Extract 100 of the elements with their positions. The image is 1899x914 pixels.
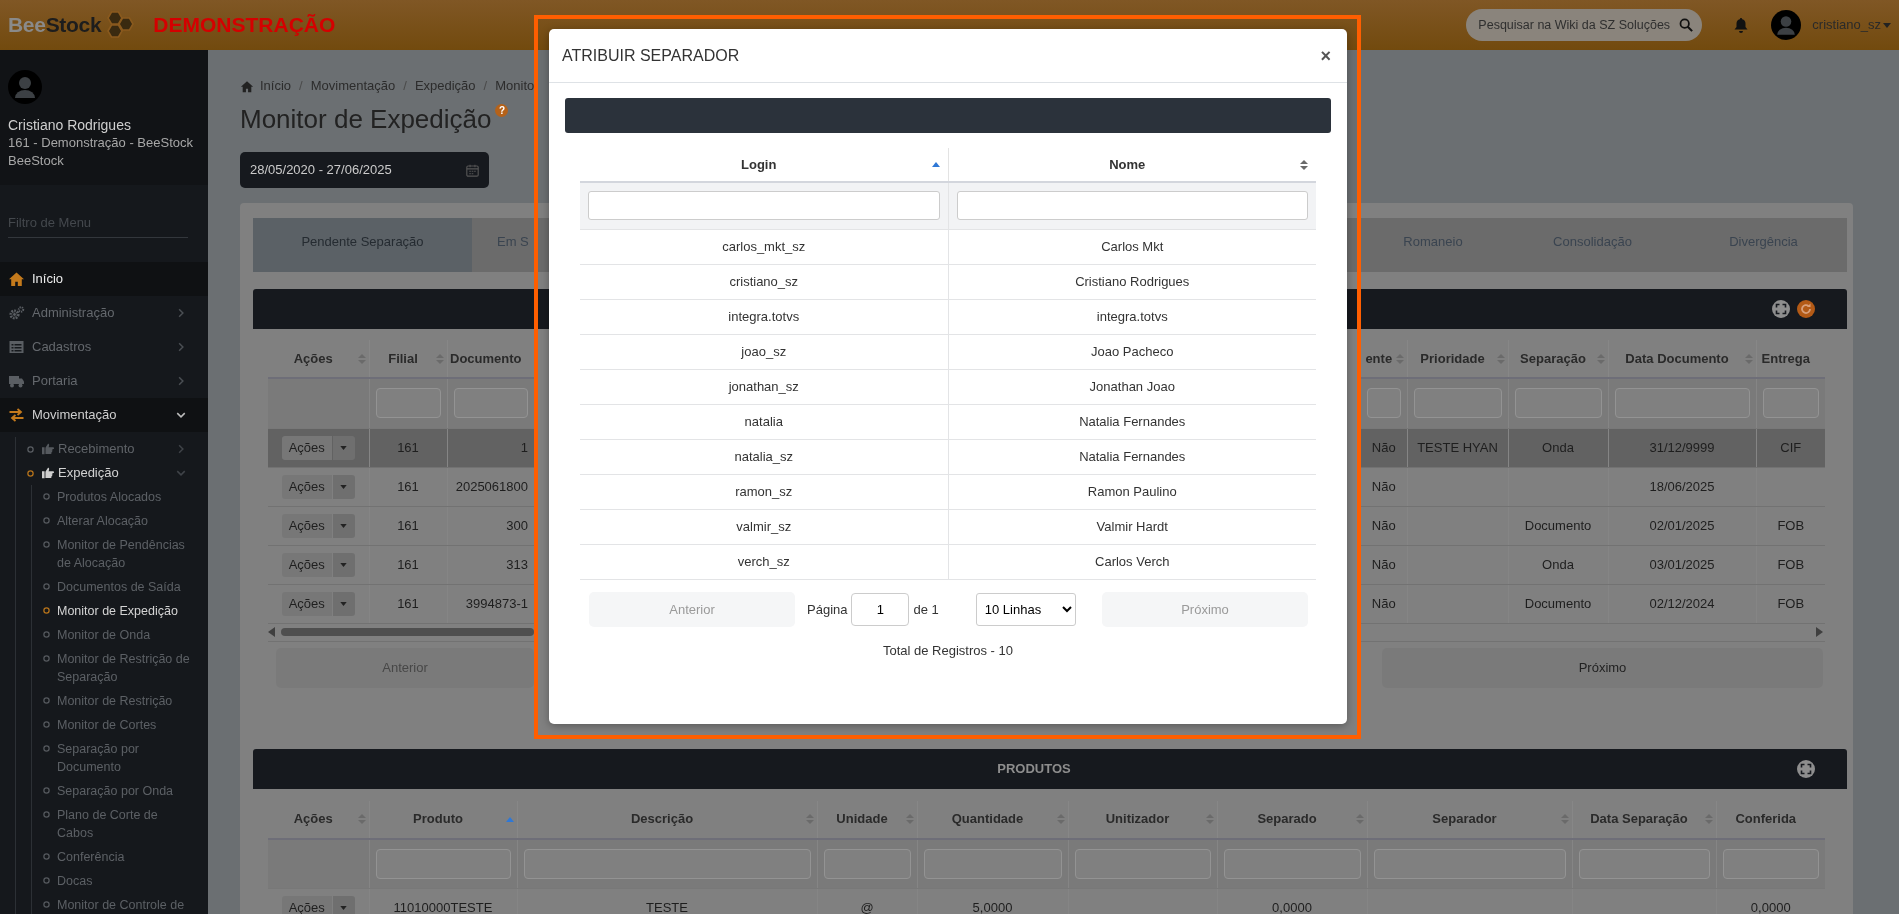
filter-field[interactable] — [1762, 388, 1819, 419]
dropdown-button[interactable] — [332, 896, 355, 914]
submenu-item[interactable]: Monitor de Pendências de Alocação — [32, 533, 208, 575]
column-header[interactable]: Nome — [1109, 154, 1146, 175]
filter-field[interactable] — [1367, 388, 1401, 419]
submenu-item[interactable]: Recebimento — [16, 437, 208, 461]
filter-field[interactable] — [923, 848, 1062, 879]
column-header[interactable]: Ações — [293, 348, 333, 369]
actions-button[interactable]: Ações — [281, 591, 332, 616]
submenu-item[interactable]: Monitor de Restrição de Separação — [32, 647, 208, 689]
filter-field[interactable] — [375, 848, 511, 879]
menu-item[interactable]: Início — [0, 262, 208, 296]
menu-item[interactable]: Cadastros — [0, 330, 208, 364]
column-header[interactable]: Filial — [388, 348, 418, 369]
column-header[interactable]: Data Documento — [1625, 348, 1729, 369]
submenu-item[interactable]: Separação por Onda — [32, 779, 208, 803]
submenu-item[interactable]: Alterar Alocação — [32, 509, 208, 533]
sort-icon[interactable] — [931, 162, 940, 167]
filter-field[interactable] — [375, 388, 441, 419]
column-header[interactable]: Ações — [293, 809, 333, 829]
table-row[interactable]: Ações 161 3994873-1 — [268, 584, 534, 623]
column-header[interactable]: Separação — [1520, 348, 1586, 369]
actions-button[interactable]: Ações — [281, 513, 332, 538]
column-header[interactable]: Quantidade — [951, 809, 1024, 829]
submenu-item[interactable]: Monitor de Controle de — [32, 893, 208, 914]
filter-field[interactable] — [1578, 848, 1710, 879]
menu-item[interactable]: Administração — [0, 296, 208, 330]
submenu-item[interactable]: Expedição — [16, 461, 208, 485]
breadcrumb-link[interactable]: Início — [260, 76, 292, 96]
submenu-item[interactable]: Conferência — [32, 845, 208, 869]
dropdown-button[interactable] — [332, 591, 355, 616]
column-header[interactable]: Conferida — [1735, 809, 1797, 829]
scroll-left-icon[interactable] — [268, 627, 275, 637]
page-size-select[interactable]: 10 Linhas — [975, 593, 1076, 626]
submenu-item[interactable]: Monitor de Cortes — [32, 713, 208, 737]
column-header[interactable]: Documento — [450, 348, 522, 369]
search-field[interactable]: Pesquisar na Wiki da SZ Soluções — [1466, 9, 1703, 41]
submenu-item[interactable]: Plano de Corte de Cabos — [32, 803, 208, 845]
next-button[interactable]: Próximo — [1382, 647, 1823, 688]
menu-item[interactable]: Movimentação — [0, 398, 208, 432]
filter-field[interactable] — [453, 388, 528, 419]
table-row[interactable]: Ações 161 1 — [268, 428, 534, 467]
user-menu[interactable]: cristiano_sz — [1812, 15, 1891, 35]
actions-button[interactable]: Ações — [281, 435, 332, 460]
breadcrumb-link[interactable]: Movimentação — [310, 76, 396, 96]
actions-button[interactable]: Ações — [281, 474, 332, 499]
page-field[interactable]: 1 — [851, 593, 910, 626]
table-row[interactable]: Ações 161 2025061800 — [268, 467, 534, 506]
column-header[interactable]: Unidade — [836, 809, 888, 829]
table-row[interactable]: Não 18/06/2025 — [1361, 467, 1825, 506]
filter-field[interactable] — [1614, 388, 1750, 419]
filter-field[interactable] — [1722, 848, 1819, 879]
filter-field[interactable] — [1373, 848, 1566, 879]
table-row[interactable]: Ações 161 300 — [268, 506, 534, 545]
column-header[interactable]: Descrição — [630, 809, 694, 829]
submenu-item[interactable]: Docas — [32, 869, 208, 893]
menu-item[interactable]: Portaria — [0, 364, 208, 398]
dropdown-button[interactable] — [332, 435, 355, 460]
sort-icon[interactable] — [1300, 158, 1308, 171]
breadcrumb-link[interactable]: Expedição — [414, 76, 476, 96]
column-header[interactable]: Separado — [1257, 809, 1317, 829]
breadcrumb-link[interactable]: Monito — [495, 76, 535, 96]
column-header[interactable]: ente — [1365, 348, 1393, 369]
scrollbar-thumb[interactable] — [281, 628, 534, 636]
column-header[interactable]: Unitizador — [1105, 809, 1170, 829]
expand-icon[interactable] — [1772, 300, 1790, 318]
dropdown-button[interactable] — [332, 513, 355, 538]
submenu-item[interactable]: Monitor de Expedição — [32, 599, 208, 623]
dropdown-button[interactable] — [332, 552, 355, 577]
submenu-item[interactable]: Produtos Alocados — [32, 485, 208, 509]
filter-field[interactable] — [823, 848, 911, 879]
filter-field[interactable] — [1413, 388, 1502, 419]
column-header[interactable]: Login — [741, 154, 777, 175]
table-row[interactable]: Não Documento 02/01/2025 FOB — [1361, 506, 1825, 545]
table-row[interactable]: Não Documento 02/12/2024 FOB — [1361, 584, 1825, 623]
close-button[interactable]: × — [1316, 46, 1335, 65]
submenu-item[interactable]: Monitor de Onda — [32, 623, 208, 647]
bell-icon[interactable] — [1734, 17, 1749, 33]
column-header[interactable]: Separador — [1432, 809, 1497, 829]
refresh-icon[interactable] — [1797, 300, 1815, 318]
filter-field[interactable] — [523, 848, 811, 879]
submenu-item[interactable]: Monitor de Restrição — [32, 689, 208, 713]
column-header[interactable]: Data Separação — [1590, 809, 1688, 829]
date-range-field[interactable]: 28/05/2020 - 27/06/2025 — [240, 152, 489, 188]
filter-field[interactable] — [1223, 848, 1361, 879]
scroll-right-icon[interactable] — [1816, 627, 1823, 637]
dropdown-button[interactable] — [332, 474, 355, 499]
table-row[interactable]: Ações 161 313 — [268, 545, 534, 584]
actions-button[interactable]: Ações — [281, 552, 332, 577]
column-header[interactable]: Prioridade — [1420, 348, 1485, 369]
table-row[interactable]: Não Onda 03/01/2025 FOB — [1361, 545, 1825, 584]
help-icon[interactable]: ? — [495, 104, 509, 117]
column-header[interactable]: Produto — [413, 809, 463, 829]
column-header[interactable]: Entrega — [1761, 348, 1810, 369]
submenu-item[interactable]: Documentos de Saída — [32, 575, 208, 599]
filter-field[interactable] — [1514, 388, 1602, 419]
submenu-item[interactable]: Separação por Documento — [32, 737, 208, 779]
filter-field[interactable] — [1074, 848, 1211, 879]
expand-icon[interactable] — [1797, 759, 1815, 778]
table-row[interactable]: Não TESTE HYAN Onda 31/12/9999 CIF — [1361, 428, 1825, 467]
